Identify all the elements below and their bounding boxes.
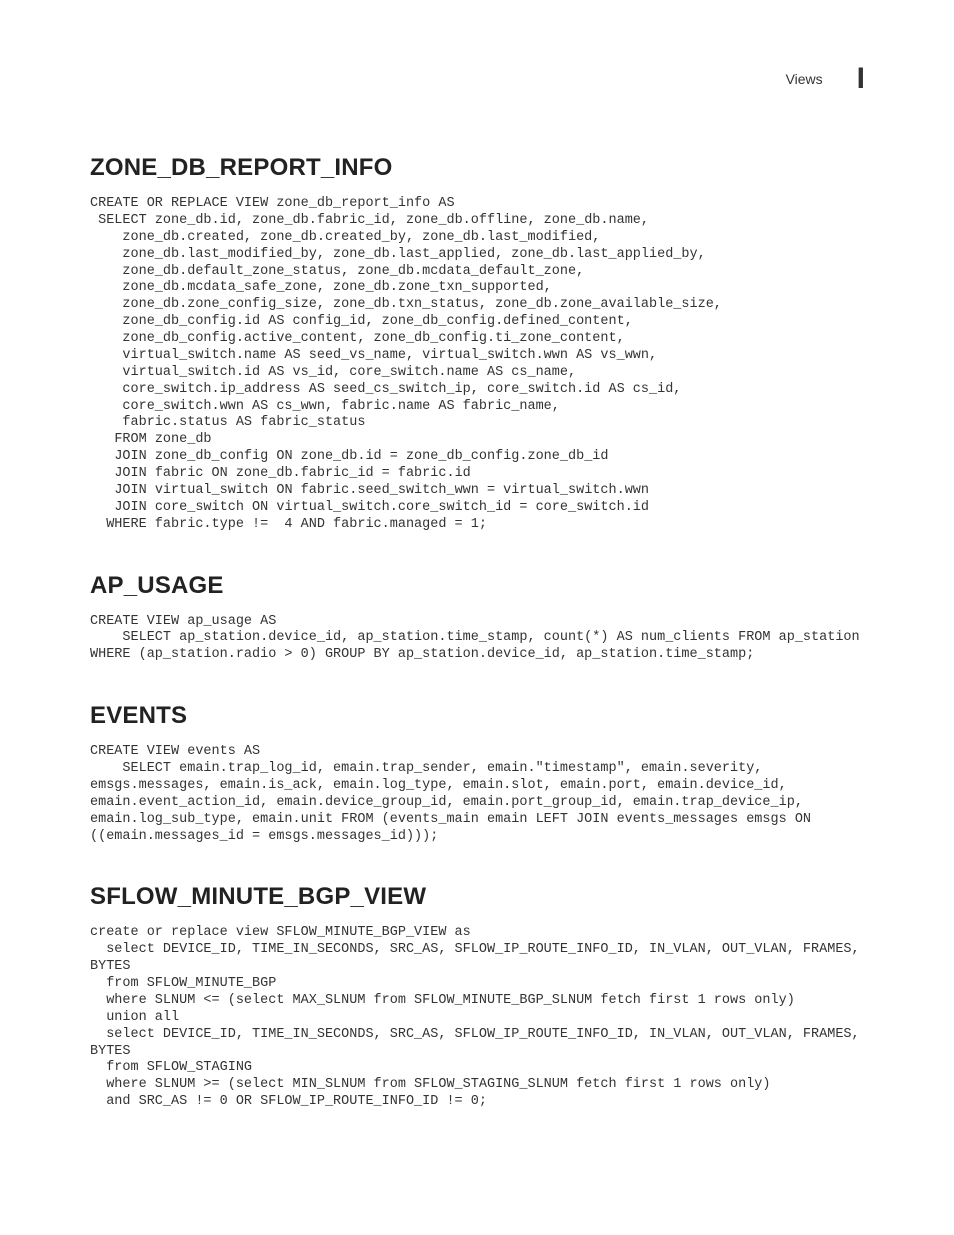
breadcrumb: Views: [786, 71, 823, 87]
chapter-label: I: [857, 62, 864, 96]
code-block-events: CREATE VIEW events AS SELECT emain.trap_…: [90, 744, 864, 845]
section-heading-sflow-minute-bgp-view: SFLOW_MINUTE_BGP_VIEW: [90, 883, 864, 911]
code-block-zone-db-report-info: CREATE OR REPLACE VIEW zone_db_report_in…: [90, 196, 864, 534]
page: Views I ZONE_DB_REPORT_INFO CREATE OR RE…: [0, 0, 954, 1229]
section-heading-zone-db-report-info: ZONE_DB_REPORT_INFO: [90, 154, 864, 182]
page-header: Views I: [90, 62, 864, 96]
section-heading-ap-usage: AP_USAGE: [90, 572, 864, 600]
code-block-sflow-minute-bgp-view: create or replace view SFLOW_MINUTE_BGP_…: [90, 925, 864, 1111]
code-block-ap-usage: CREATE VIEW ap_usage AS SELECT ap_statio…: [90, 614, 864, 665]
section-heading-events: EVENTS: [90, 702, 864, 730]
